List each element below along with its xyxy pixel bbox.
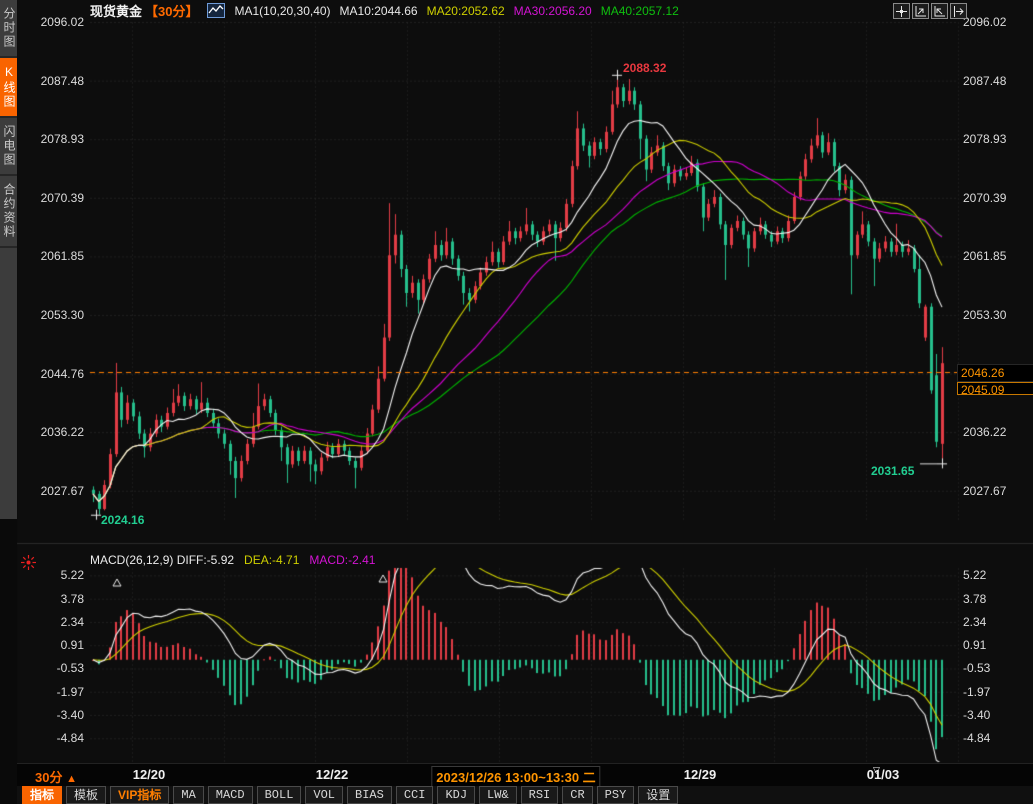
toolbar-item-VOL[interactable]: VOL (305, 786, 343, 804)
sidebar-tab-2[interactable]: K线图 (0, 58, 17, 118)
macd-ticks-right-tick: -3.40 (963, 708, 1029, 722)
macd-dea-value: DEA:-4.71 (244, 553, 299, 567)
crosshair-move-icon[interactable] (893, 3, 910, 19)
cursor-date-label: 2023/12/26 13:00~13:30 二 (431, 766, 600, 787)
ma20-value: MA20:2052.62 (427, 4, 505, 18)
sidebar-tab-3[interactable]: 闪电图 (0, 118, 17, 176)
macd-ticks-right-tick: -0.53 (963, 661, 1029, 675)
main-ticks-left-tick: 2061.85 (20, 249, 84, 263)
toolbar-item-VIP指标[interactable]: VIP指标 (110, 786, 169, 804)
secondary-price-box: 2045.09 (957, 382, 1033, 395)
date-label: 12/29 (684, 767, 717, 782)
macd-ticks-left-tick: -3.40 (20, 708, 84, 722)
toolbar-item-MACD[interactable]: MACD (208, 786, 253, 804)
macd-ticks-left-tick: 3.78 (20, 592, 84, 606)
period-selector[interactable]: 30分 ▲ (35, 767, 77, 786)
toolbar-item-MA[interactable]: MA (173, 786, 203, 804)
macd-bar-value: MACD:-2.41 (309, 553, 375, 567)
zoom-axis-right-icon[interactable] (931, 3, 948, 19)
toolbar-item-CCI[interactable]: CCI (396, 786, 434, 804)
date-label: 12/22 (316, 767, 349, 782)
macd-ticks-left-tick: 0.91 (20, 638, 84, 652)
chart-type-sidebar: 分时图K线图闪电图合约资料 (0, 0, 17, 804)
indicator-burst-icon[interactable] (21, 555, 36, 570)
macd-diff-value: MACD(26,12,9) DIFF:-5.92 (90, 553, 234, 567)
scroll-marker-icon: ▽ (873, 765, 880, 776)
toolbar-item-指标[interactable]: 指标 (22, 786, 62, 804)
main-ticks-right-tick: 2061.85 (963, 249, 1029, 263)
main-ticks-right-tick: 2036.22 (963, 425, 1029, 439)
toolbar-item-PSY[interactable]: PSY (597, 786, 635, 804)
toolbar-item-模板[interactable]: 模板 (66, 786, 106, 804)
session-low-label: 2024.16 (101, 513, 144, 527)
toolbar-item-KDJ[interactable]: KDJ (437, 786, 475, 804)
macd-ticks-left-tick: 5.22 (20, 568, 84, 582)
toolbar-item-BIAS[interactable]: BIAS (347, 786, 392, 804)
line-chart-icon[interactable] (207, 3, 225, 18)
main-ticks-left-tick: 2044.76 (20, 367, 84, 381)
period-arrow-icon: ▲ (66, 773, 77, 785)
symbol-title: 现货黄金 (90, 1, 142, 20)
main-ticks-left-tick: 2036.22 (20, 425, 84, 439)
ma-group-label: MA1(10,20,30,40) (234, 4, 330, 18)
main-ticks-left-tick: 2027.67 (20, 484, 84, 498)
macd-ticks-right-tick: 3.78 (963, 592, 1029, 606)
main-ticks-right-tick: 2087.48 (963, 74, 1029, 88)
last-low-label: 2031.65 (871, 464, 914, 478)
main-ticks-right-tick: 2096.02 (963, 15, 1029, 29)
time-axis-row: 30分 ▲ 12/20 12/22 2023/12/26 13:00~13:30 二… (17, 763, 1033, 786)
ma30-value: MA30:2056.20 (514, 4, 592, 18)
toolbar-item-设置[interactable]: 设置 (638, 786, 678, 804)
macd-header: MACD(26,12,9) DIFF:-5.92 DEA:-4.71 MACD:… (90, 552, 375, 567)
macd-ticks-right-tick: -1.97 (963, 685, 1029, 699)
main-ticks-left-tick: 2087.48 (20, 74, 84, 88)
period-label: 【30分】 (145, 1, 198, 20)
ma40-value: MA40:2057.12 (601, 4, 679, 18)
macd-ticks-right-tick: 0.91 (963, 638, 1029, 652)
toolbar-item-LW&[interactable]: LW& (479, 786, 517, 804)
macd-ticks-right-tick: -4.84 (963, 731, 1029, 745)
sidebar-tab-4[interactable]: 合约资料 (0, 176, 17, 248)
main-ticks-left-tick: 2053.30 (20, 308, 84, 322)
chart-tool-buttons (893, 3, 967, 19)
ma10-value: MA10:2044.66 (340, 4, 418, 18)
main-ticks-right-tick: 2078.93 (963, 132, 1029, 146)
toolbar-item-RSI[interactable]: RSI (521, 786, 559, 804)
session-high-label: 2088.32 (623, 61, 666, 75)
toolbar-item-BOLL[interactable]: BOLL (257, 786, 302, 804)
kline-chart-canvas[interactable] (0, 0, 1033, 804)
main-ticks-right-tick: 2027.67 (963, 484, 1029, 498)
toolbar-item-CR[interactable]: CR (562, 786, 592, 804)
main-ticks-left-tick: 2096.02 (20, 15, 84, 29)
chart-header: 现货黄金 【30分】 MA1(10,20,30,40) MA10:2044.66… (90, 2, 679, 19)
macd-ticks-left-tick: 2.34 (20, 615, 84, 629)
zoom-axis-left-icon[interactable] (912, 3, 929, 19)
date-label: 01/03 (867, 767, 900, 782)
indicator-toolbar: 指标模板VIP指标MA MACDBOLLVOLBIASCCIKDJLW&RSICR… (17, 786, 1033, 804)
macd-ticks-left-tick: -1.97 (20, 685, 84, 699)
main-ticks-right-tick: 2070.39 (963, 191, 1029, 205)
macd-ticks-right-tick: 2.34 (963, 615, 1029, 629)
macd-ticks-left-tick: -0.53 (20, 661, 84, 675)
date-label: 12/20 (133, 767, 166, 782)
current-price-box: 2046.26 (957, 364, 1033, 382)
macd-ticks-left-tick: -4.84 (20, 731, 84, 745)
macd-ticks-right-tick: 5.22 (963, 568, 1029, 582)
sidebar-tab-1[interactable]: 分时图 (0, 0, 17, 58)
main-ticks-right-tick: 2053.30 (963, 308, 1029, 322)
kline-app-window: 分时图K线图闪电图合约资料 现货黄金 【30分】 MA1(10,20,30,40… (0, 0, 1033, 804)
main-ticks-left-tick: 2078.93 (20, 132, 84, 146)
exit-pan-right-icon[interactable] (950, 3, 967, 19)
main-ticks-left-tick: 2070.39 (20, 191, 84, 205)
